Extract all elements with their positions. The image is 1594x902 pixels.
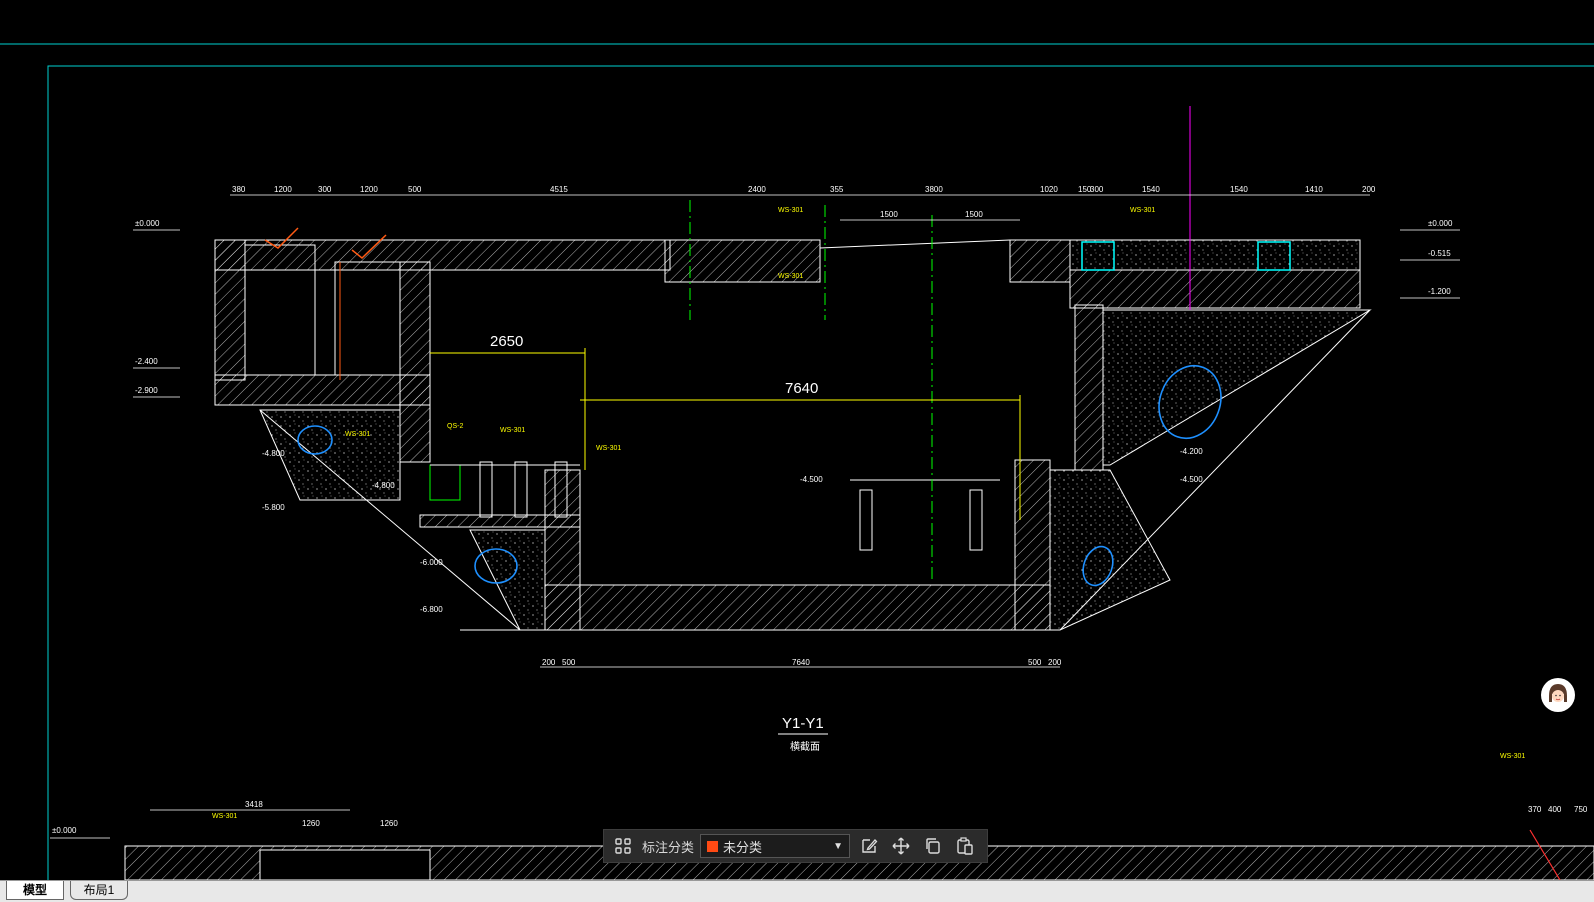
elevation-text: -4.800 — [262, 449, 285, 458]
dim-text: 1200 — [360, 185, 378, 194]
section-structure — [214, 239, 1372, 631]
dim-text: 500 — [562, 658, 576, 667]
avatar-icon — [1544, 681, 1572, 709]
dim-text: 200 — [1048, 658, 1062, 667]
paste-icon[interactable] — [952, 833, 978, 859]
top-dimension-chain: 380 1200 300 1200 500 4515 2400 355 3800… — [230, 185, 1376, 221]
dim-7640: 7640 — [785, 380, 818, 397]
dim-text: 1540 — [1230, 185, 1248, 194]
edit-icon[interactable] — [856, 833, 882, 859]
dim-text: 2400 — [748, 185, 766, 194]
elevation-text: -6.000 — [420, 558, 443, 567]
dim-text: 370 — [1528, 805, 1542, 814]
elevation-text: -2.400 — [135, 357, 158, 366]
tab-model[interactable]: 模型 — [6, 881, 64, 900]
category-dropdown[interactable]: 未分类 ▼ — [700, 834, 851, 858]
tab-layout1[interactable]: 布局1 — [70, 881, 128, 900]
annotation-text: WS-301 — [596, 445, 621, 452]
move-icon[interactable] — [888, 833, 914, 859]
layout-tab-bar: 模型 布局1 — [0, 880, 1594, 902]
dim-text: 500 — [408, 185, 422, 194]
elevation-text: -4.800 — [372, 481, 395, 490]
copy-icon[interactable] — [920, 833, 946, 859]
dim-text: 1260 — [380, 819, 398, 828]
category-label: 标注分类 — [642, 839, 695, 855]
dim-text: 3418 — [245, 800, 263, 809]
bottom-dimension-chain: 200 500 7640 500 200 — [540, 658, 1062, 668]
dim-text: 400 — [1548, 805, 1562, 814]
annotation-text: WS-301 — [345, 431, 370, 438]
section-title: Y1-Y1 横截面 — [778, 715, 828, 753]
chevron-down-icon: ▼ — [833, 840, 844, 852]
dim-text: 200 — [1362, 185, 1376, 194]
annotation-text: QS-2 — [447, 423, 463, 430]
elevation-text: -1.200 — [1428, 287, 1451, 296]
section-title-text: Y1-Y1 — [782, 715, 824, 732]
dim-text: 300 — [1090, 185, 1104, 194]
elevation-text: -6.800 — [420, 605, 443, 614]
dim-text: 3800 — [925, 185, 943, 194]
dim-text: 380 — [232, 185, 246, 194]
section-subtitle-text: 横截面 — [790, 740, 820, 753]
annotation-text: WS-301 — [778, 273, 803, 280]
elevation-text: -0.515 — [1428, 249, 1451, 258]
dim-text: 1540 — [1142, 185, 1160, 194]
annotation-text: WS-301 — [778, 207, 803, 214]
annotation-text: WS-301 — [500, 427, 525, 434]
dim-text: 300 — [318, 185, 332, 194]
elevation-text: -4.500 — [800, 475, 823, 484]
category-color-swatch — [707, 840, 719, 852]
dim-text: 1410 — [1305, 185, 1323, 194]
dim-text: 7640 — [792, 658, 810, 667]
category-value: 未分类 — [723, 839, 763, 855]
annotation-text: WS-301 — [1130, 207, 1155, 214]
dim-text: 750 — [1574, 805, 1588, 814]
elevation-text: ±0.000 — [1428, 219, 1453, 228]
dim-text: 1260 — [302, 819, 320, 828]
elevation-text: -5.800 — [262, 503, 285, 512]
dim-text: 1500 — [965, 210, 983, 219]
dim-text: 1200 — [274, 185, 292, 194]
dim-text: 1500 — [880, 210, 898, 219]
dim-text: 355 — [830, 185, 844, 194]
dim-text: 500 — [1028, 658, 1042, 667]
annotation-toolbar: 标注分类 未分类 ▼ — [603, 829, 988, 863]
elevation-text: ±0.000 — [52, 826, 77, 835]
dim-text: 4515 — [550, 185, 568, 194]
elevation-text: ±0.000 — [135, 219, 160, 228]
annotation-text: WS-301 — [212, 813, 237, 820]
elevation-text: -4.200 — [1180, 447, 1203, 456]
cad-canvas[interactable]: 380 1200 300 1200 500 4515 2400 355 3800… — [0, 0, 1594, 880]
annotation-text: WS-301 — [1500, 753, 1525, 760]
drawing-frame — [0, 43, 1594, 880]
dim-text: 200 — [542, 658, 556, 667]
grid-icon[interactable] — [610, 833, 636, 859]
elevation-text: -4.500 — [1180, 475, 1203, 484]
dim-text: 1020 — [1040, 185, 1058, 194]
assistant-avatar-button[interactable] — [1541, 678, 1575, 712]
elevation-text: -2.900 — [135, 386, 158, 395]
dim-2650: 2650 — [490, 333, 523, 350]
